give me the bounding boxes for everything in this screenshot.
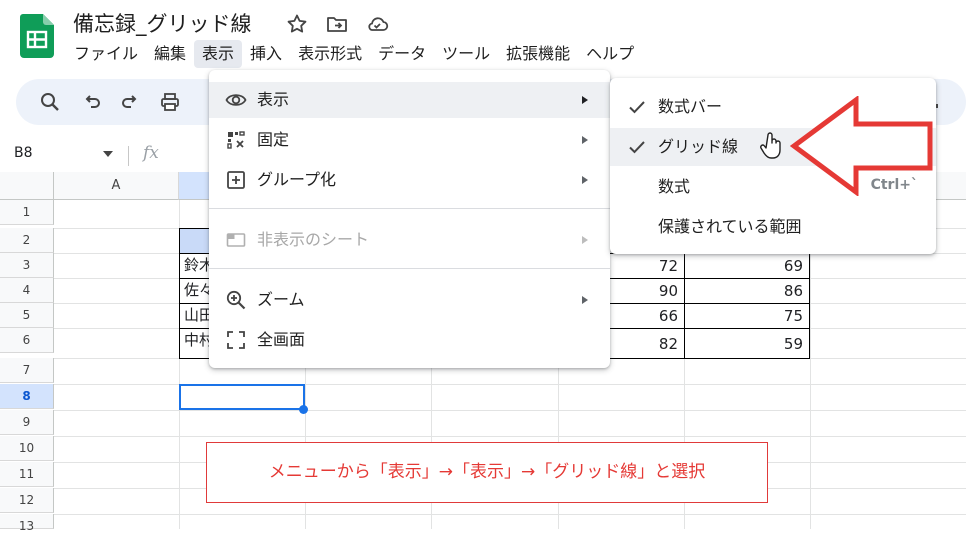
check-icon	[629, 141, 645, 154]
star-icon[interactable]	[285, 12, 309, 36]
row-header[interactable]: 9	[0, 410, 54, 435]
fill-handle[interactable]	[299, 405, 308, 414]
table-cell-score[interactable]: 59	[684, 328, 810, 359]
view-menu-dropdown: 表示 固定 グループ化 非表示のシート ズーム 全画面	[209, 70, 610, 368]
row-header[interactable]: 3	[0, 253, 54, 278]
row-header[interactable]: 1	[0, 200, 54, 225]
freeze-grid-icon	[227, 131, 245, 149]
row-header[interactable]: 12	[0, 488, 54, 513]
view-menu-item-show[interactable]: 表示	[209, 82, 610, 118]
hidden-sheet-icon	[226, 233, 246, 247]
selected-cell-b8[interactable]	[179, 384, 305, 410]
document-title[interactable]: 備忘録_グリッド線	[73, 8, 252, 38]
fx-icon: fx	[143, 143, 159, 163]
plus-box-icon	[227, 171, 245, 189]
cloud-saved-icon[interactable]	[365, 12, 389, 36]
view-menu-item-fullscreen[interactable]: 全画面	[209, 322, 610, 358]
zoom-in-icon	[226, 290, 246, 310]
menu-item-label: 非表示のシート	[257, 230, 370, 249]
chevron-down-icon[interactable]	[103, 151, 113, 157]
view-menu-item-freeze[interactable]: 固定	[209, 122, 610, 158]
row-header[interactable]: 2	[0, 228, 54, 253]
submenu-arrow-icon	[582, 176, 588, 184]
submenu-item-label: 数式	[658, 177, 691, 196]
sheets-logo-icon[interactable]	[20, 14, 54, 58]
check-icon	[629, 101, 645, 114]
name-box[interactable]: B8	[14, 145, 33, 161]
gridline	[54, 514, 966, 515]
view-menu-item-zoom[interactable]: ズーム	[209, 282, 610, 318]
print-icon[interactable]	[158, 90, 182, 114]
row-header[interactable]: 10	[0, 436, 54, 461]
menu-item-label: グループ化	[257, 170, 337, 189]
submenu-arrow-icon	[582, 296, 588, 304]
menu-file[interactable]: ファイル	[66, 40, 146, 68]
menu-divider	[209, 268, 610, 269]
menu-format[interactable]: 表示形式	[290, 40, 370, 68]
menu-view[interactable]: 表示	[194, 40, 243, 68]
gridline	[54, 410, 966, 411]
menu-help[interactable]: ヘルプ	[578, 40, 642, 68]
row-header[interactable]: 4	[0, 278, 54, 303]
submenu-arrow-icon	[582, 236, 588, 244]
menu-bar: ファイル 編集 表示 挿入 表示形式 データ ツール 拡張機能 ヘルプ	[66, 40, 642, 68]
undo-icon[interactable]	[80, 90, 104, 114]
menu-edit[interactable]: 編集	[146, 40, 194, 68]
red-arrow-pointer-icon	[790, 96, 933, 196]
menu-insert[interactable]: 挿入	[242, 40, 290, 68]
row-header[interactable]: 7	[0, 358, 54, 383]
row-header[interactable]: 11	[0, 462, 54, 487]
menu-extensions[interactable]: 拡張機能	[498, 40, 578, 68]
submenu-arrow-icon	[582, 136, 588, 144]
row-header[interactable]: 13	[0, 514, 54, 533]
search-icon[interactable]	[38, 90, 62, 114]
menu-tools[interactable]: ツール	[434, 40, 498, 68]
table-cell-score[interactable]: 69	[684, 253, 810, 279]
formula-bar-divider	[128, 146, 129, 166]
gridline	[54, 436, 966, 437]
view-menu-item-hidden-sheets: 非表示のシート	[209, 222, 610, 258]
view-menu-item-group[interactable]: グループ化	[209, 162, 610, 198]
menu-data[interactable]: データ	[370, 40, 434, 68]
select-all-corner[interactable]	[0, 172, 54, 200]
menu-item-label: 全画面	[257, 330, 306, 349]
submenu-item-label: グリッド線	[658, 137, 739, 156]
row-header-selected[interactable]: 8	[0, 384, 54, 409]
table-cell-score[interactable]: 86	[684, 278, 810, 304]
submenu-item-label: 保護されている範囲	[658, 217, 802, 236]
row-header[interactable]: 5	[0, 303, 54, 328]
submenu-item-label: 数式バー	[658, 97, 723, 116]
row-header[interactable]: 6	[0, 328, 54, 353]
table-cell-score[interactable]: 75	[684, 303, 810, 329]
hand-pointer-cursor-icon	[760, 132, 781, 159]
move-folder-icon[interactable]	[325, 12, 349, 36]
menu-divider	[209, 208, 610, 209]
column-header-a[interactable]: A	[54, 172, 179, 200]
menu-item-label: 表示	[257, 90, 290, 109]
menu-item-label: 固定	[257, 130, 290, 149]
eye-icon	[225, 94, 247, 106]
instruction-note: メニューから「表示」→「表示」→「グリッド線」と選択	[206, 442, 768, 503]
submenu-item-protected-ranges[interactable]: 保護されている範囲	[610, 208, 936, 246]
fullscreen-icon	[227, 331, 245, 349]
menu-item-label: ズーム	[257, 290, 305, 309]
redo-icon[interactable]	[118, 90, 142, 114]
submenu-arrow-icon	[582, 96, 588, 104]
